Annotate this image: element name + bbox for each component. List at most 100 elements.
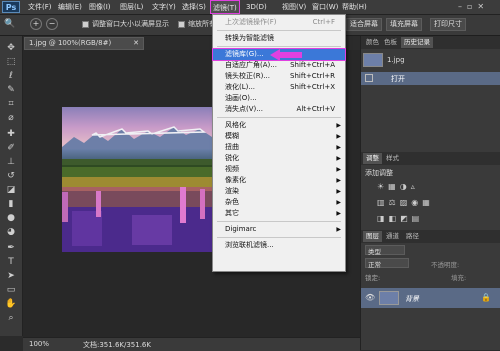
blur-tool-icon[interactable]: ● — [4, 212, 18, 224]
tab-color[interactable]: 颜色 — [363, 37, 382, 48]
zoom-all-checkbox[interactable] — [178, 21, 185, 28]
print-size-button[interactable]: 打印尺寸 — [430, 18, 466, 31]
menu-separator — [217, 221, 341, 222]
eraser-tool-icon[interactable]: ◪ — [4, 184, 18, 196]
filter-menu-item[interactable]: 镜头校正(R)... Shift+Ctrl+R — [213, 71, 345, 82]
menu-view[interactable]: 视图(V) — [282, 0, 306, 14]
zoom-out-icon[interactable]: − — [46, 18, 58, 30]
move-tool-icon[interactable]: ✥ — [4, 42, 18, 54]
resize-windows-label: 调整窗口大小以满屏显示 — [92, 20, 169, 28]
submenu-arrow-icon: ▶ — [336, 122, 341, 129]
pen-tool-icon[interactable]: ✒ — [4, 242, 18, 254]
snapshot-thumbnail[interactable] — [363, 53, 383, 67]
filter-menu-item[interactable]: 油画(O)... — [213, 93, 345, 104]
menu-image[interactable]: 图像(I) — [89, 0, 111, 14]
blend-mode-select[interactable]: 正常 — [365, 258, 409, 269]
menu-select[interactable]: 选择(S) — [182, 0, 206, 14]
tab-layers[interactable]: 图层 — [363, 231, 382, 242]
filter-menu-item[interactable]: 消失点(V)... Alt+Ctrl+V — [213, 104, 345, 115]
filter-menu-item[interactable]: 模糊 ▶ — [213, 131, 345, 142]
filter-menu-item-shortcut: Ctrl+F — [312, 18, 335, 26]
filter-menu-item-shortcut: Shift+Ctrl+R — [290, 72, 335, 80]
fit-screen-button[interactable]: 适合屏幕 — [346, 18, 382, 31]
filter-menu-item[interactable]: 液化(L)... Shift+Ctrl+X — [213, 82, 345, 93]
crop-tool-icon[interactable]: ⌗ — [4, 98, 18, 110]
right-panels: 颜色 色板 历史记录 1.jpg 打开 调整 样式 添加调整 ☀▦◑▵ ▥⚖▨◉… — [360, 36, 500, 350]
filter-menu-item[interactable]: 风格化 ▶ — [213, 120, 345, 131]
filter-menu-item[interactable]: 锐化 ▶ — [213, 153, 345, 164]
zoom-tool-sidebar-icon[interactable]: ⌕ — [4, 312, 18, 324]
menu-edit[interactable]: 编辑(E) — [58, 0, 82, 14]
history-step-row[interactable]: 打开 — [361, 72, 500, 85]
snapshot-name[interactable]: 1.jpg — [387, 56, 405, 64]
menu-3d[interactable]: 3D(D) — [246, 0, 267, 14]
menu-layer[interactable]: 图层(L) — [120, 0, 143, 14]
close-tab-icon[interactable]: ✕ — [133, 38, 139, 49]
tab-swatches[interactable]: 色板 — [381, 37, 400, 48]
document-tab[interactable]: 1.jpg @ 100%(RGB/8#) ✕ — [24, 37, 144, 50]
path-selection-tool-icon[interactable]: ➤ — [4, 270, 18, 282]
menu-window[interactable]: 窗口(W) — [312, 0, 338, 14]
adjustment-icons-row-3[interactable]: ◨◧◩▤ — [377, 214, 477, 224]
tab-paths[interactable]: 路径 — [403, 231, 422, 242]
filter-menu-item[interactable]: 其它 ▶ — [213, 208, 345, 219]
zoom-level[interactable]: 100% — [29, 340, 49, 348]
filter-menu-item-label: 滤镜库(G)... — [225, 50, 264, 58]
history-brush-tool-icon[interactable]: ↺ — [4, 170, 18, 182]
filter-menu-item[interactable]: Digimarc ▶ — [213, 224, 345, 235]
document-tab-title: 1.jpg @ 100%(RGB/8#) — [29, 39, 112, 47]
fill-screen-button[interactable]: 填充屏幕 — [386, 18, 422, 31]
filter-menu-item-label: 消失点(V)... — [225, 105, 263, 113]
filter-menu-item[interactable]: 杂色 ▶ — [213, 197, 345, 208]
history-step-icon — [365, 74, 373, 82]
menu-type[interactable]: 文字(Y) — [152, 0, 176, 14]
submenu-arrow-icon: ▶ — [336, 166, 341, 173]
quick-select-tool-icon[interactable]: ✎ — [4, 84, 18, 96]
gradient-tool-icon[interactable]: ▮ — [4, 198, 18, 210]
shape-tool-icon[interactable]: ▭ — [4, 284, 18, 296]
submenu-arrow-icon: ▶ — [336, 144, 341, 151]
layer-thumbnail — [379, 291, 399, 305]
hand-tool-icon[interactable]: ✋ — [4, 298, 18, 310]
submenu-arrow-icon: ▶ — [336, 177, 341, 184]
menu-help[interactable]: 帮助(H) — [342, 0, 367, 14]
filter-menu-item[interactable]: 渲染 ▶ — [213, 186, 345, 197]
brush-tool-icon[interactable]: ✐ — [4, 142, 18, 154]
tab-channels[interactable]: 通道 — [383, 231, 402, 242]
marquee-tool-icon[interactable]: ⬚ — [4, 56, 18, 68]
filter-menu-item[interactable]: 扭曲 ▶ — [213, 142, 345, 153]
resize-windows-checkbox[interactable] — [82, 21, 89, 28]
filter-menu-item-label: Digimarc — [225, 225, 257, 233]
layer-row-background[interactable]: 👁 背景 🔒 — [361, 288, 500, 308]
clone-stamp-tool-icon[interactable]: ⊥ — [4, 156, 18, 168]
window-controls[interactable]: –▫✕ — [458, 2, 498, 12]
filter-menu-item-label: 扭曲 — [225, 143, 239, 151]
filter-menu-item-label: 渲染 — [225, 187, 239, 195]
history-panel-tabs: 颜色 色板 历史记录 — [361, 36, 500, 49]
annotation-arrow — [270, 49, 302, 61]
filter-menu-item[interactable]: 浏览联机滤镜... — [213, 240, 345, 251]
menu-file[interactable]: 文件(F) — [28, 0, 52, 14]
healing-brush-tool-icon[interactable]: ✚ — [4, 128, 18, 140]
tab-adjustments[interactable]: 调整 — [363, 153, 382, 164]
visibility-eye-icon[interactable]: 👁 — [365, 293, 375, 302]
filter-menu-item-label: 模糊 — [225, 132, 239, 140]
filter-menu-item[interactable]: 转换为智能滤镜 — [213, 33, 345, 44]
layer-filter-select[interactable]: 类型 — [365, 245, 405, 256]
adjustment-icons-row-1[interactable]: ☀▦◑▵ — [377, 182, 477, 192]
lock-label: 锁定: — [365, 274, 381, 282]
tab-history[interactable]: 历史记录 — [401, 37, 433, 48]
menu-filter[interactable]: 滤镜(T) — [210, 0, 240, 14]
adjustment-icons-row-2[interactable]: ▥⚖▨◉▦ — [377, 198, 487, 208]
dodge-tool-icon[interactable]: ◕ — [4, 226, 18, 238]
filter-menu-item-label: 视频 — [225, 165, 239, 173]
opacity-label: 不透明度: — [431, 261, 460, 269]
eyedropper-tool-icon[interactable]: ⌀ — [4, 112, 18, 124]
tab-styles[interactable]: 样式 — [383, 153, 402, 164]
filter-menu-item[interactable]: 上次滤镜操作(F) Ctrl+F — [213, 17, 345, 28]
lasso-tool-icon[interactable]: ℓ — [4, 70, 18, 82]
filter-menu-item[interactable]: 像素化 ▶ — [213, 175, 345, 186]
type-tool-icon[interactable]: T — [4, 256, 18, 268]
filter-menu-item[interactable]: 视频 ▶ — [213, 164, 345, 175]
zoom-in-icon[interactable]: + — [30, 18, 42, 30]
